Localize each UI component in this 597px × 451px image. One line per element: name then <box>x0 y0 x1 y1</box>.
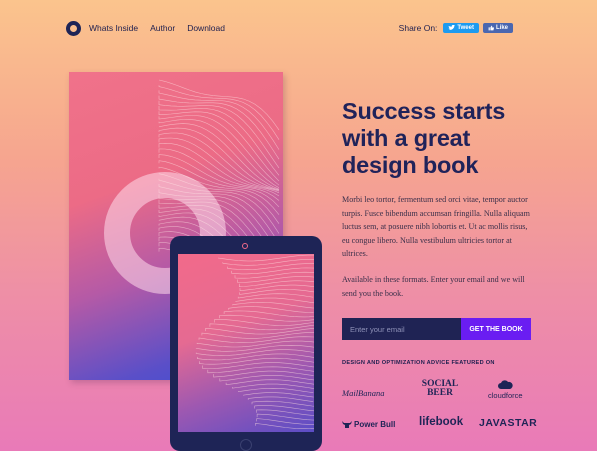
share-label: Share On: <box>398 23 438 33</box>
cover-wave-line <box>158 111 280 182</box>
brand-logo-power-bull-label: Power Bull <box>354 420 396 429</box>
tablet-camera-icon <box>242 243 248 249</box>
tablet-screen <box>178 254 314 432</box>
tablet-home-button-icon <box>240 439 252 451</box>
share-bar: Share On: Tweet Like <box>399 23 513 33</box>
get-the-book-button[interactable]: GET THE BOOK <box>461 318 531 340</box>
brand-logo-social-beer-label: SOCIAL BEER <box>421 379 459 398</box>
cloud-icon <box>498 380 513 389</box>
tablet-screen-art <box>195 254 314 430</box>
screen-wave-line <box>234 271 314 279</box>
thumbs-up-icon <box>488 25 494 31</box>
hero-description: Morbi leo tortor, fermentum sed orci vit… <box>342 195 530 258</box>
brand-logo-cloudforce: cloudforce <box>488 380 523 400</box>
nav-link-author[interactable]: Author <box>150 23 175 33</box>
brand-logo-social-beer: SOCIAL BEER <box>417 379 463 398</box>
screen-wave-line <box>231 267 314 275</box>
screen-wave-line <box>198 336 314 343</box>
screen-wave-line <box>243 392 314 398</box>
brand-logo-cloudforce-label: cloudforce <box>488 391 523 400</box>
tweet-label: Tweet <box>457 25 474 31</box>
screen-wave-line <box>201 332 314 339</box>
screen-wave-line <box>213 370 314 378</box>
brand-logo-javastar: JAVASTAR <box>479 417 538 429</box>
brand-logo-lifebook: lifebook <box>419 416 464 428</box>
screen-wave-line <box>235 297 314 304</box>
brand-logo-power-bull: Power Bull <box>342 420 395 429</box>
featured-heading: DESIGN AND OPTIMIZATION ADVICE FEATURED … <box>342 360 495 366</box>
bird-icon <box>449 25 456 30</box>
formats-text: Available in these formats. Enter your e… <box>342 275 525 298</box>
email-input[interactable]: Enter your email <box>342 318 461 340</box>
cover-wave-line <box>158 100 280 169</box>
screen-wave-line <box>227 263 314 270</box>
tablet-mockup-image <box>170 236 322 451</box>
top-nav: Whats Inside Author Download Share On: T… <box>66 19 513 37</box>
nav-link-download[interactable]: Download <box>187 23 225 33</box>
cover-wave-line <box>158 85 280 140</box>
screen-wave-line <box>214 319 314 326</box>
cover-wave-line <box>158 79 280 131</box>
screen-wave-line <box>219 375 314 382</box>
nav-link-whats-inside[interactable]: Whats Inside <box>89 23 138 33</box>
email-signup-form: Enter your email GET THE BOOK <box>342 318 531 340</box>
screen-wave-line <box>232 302 314 309</box>
like-button[interactable]: Like <box>482 23 513 33</box>
brand-logo-mailbanana: MailBanana <box>342 388 385 398</box>
like-label: Like <box>495 25 508 31</box>
cover-wave-line <box>158 106 280 176</box>
brand-logos: MailBanana SOCIAL BEER cloudforce Power … <box>342 379 542 436</box>
logo-ring-icon[interactable] <box>66 20 81 36</box>
screen-wave-line <box>237 293 314 299</box>
screen-wave-line <box>217 254 314 262</box>
bull-icon <box>342 421 352 428</box>
screen-wave-line <box>247 396 314 402</box>
screen-wave-line <box>238 387 314 393</box>
screen-wave-line <box>237 276 314 283</box>
tweet-button[interactable]: Tweet <box>443 23 479 33</box>
screen-wave-line <box>197 353 314 361</box>
page-title: Success starts with a great design book <box>342 98 506 178</box>
cover-wave-line <box>158 95 280 160</box>
screen-wave-line <box>228 306 314 313</box>
